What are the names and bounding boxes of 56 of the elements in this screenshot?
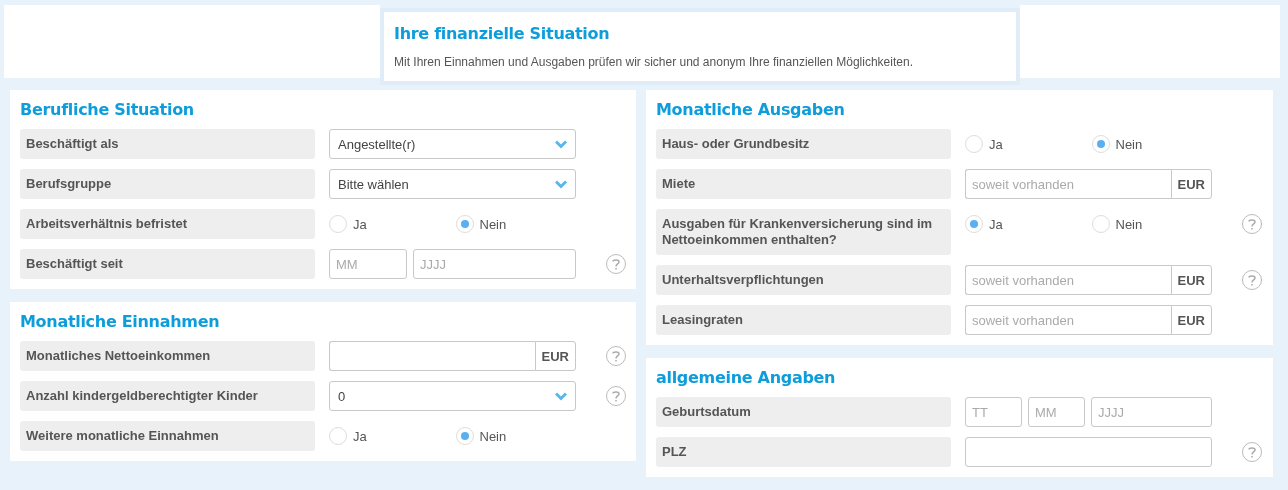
field-label: Weitere monatliche Einnahmen: [20, 421, 315, 451]
amount-field[interactable]: soweit vorhanden: [965, 265, 1171, 295]
intro-text: Mit Ihren Einnahmen und Ausgaben prüfen wir sicher und anonym Ihre finanziellen Möglichkeiten.: [394, 55, 914, 69]
radio-button[interactable]: [329, 215, 347, 233]
dropdown[interactable]: Bitte wählen: [329, 169, 576, 199]
currency-label: EUR: [1170, 265, 1212, 295]
radio-option[interactable]: Ja: [965, 135, 1086, 153]
field-label: PLZ: [656, 437, 951, 467]
field-label: Miete: [656, 169, 951, 199]
field-label: Arbeitsverhältnis befristet: [20, 209, 315, 239]
radio-option[interactable]: Nein: [1091, 215, 1212, 233]
chevron-down-icon: [555, 179, 567, 189]
field-label: Monatliches Nettoeinkommen: [20, 341, 315, 371]
field-label: Haus- oder Grundbesitz: [656, 129, 951, 159]
field-label: Berufsgruppe: [20, 169, 315, 199]
currency-label: EUR: [1170, 305, 1212, 335]
field-label: Beschäftigt als: [20, 129, 315, 159]
date-field[interactable]: JJJJ: [413, 249, 576, 279]
section-title: Berufliche Situation: [20, 100, 194, 119]
date-field[interactable]: MM: [1028, 397, 1085, 427]
section-title: Monatliche Ausgaben: [656, 100, 845, 119]
field-label: Unterhaltsverpflichtungen: [656, 265, 951, 295]
radio-option[interactable]: Nein: [455, 215, 576, 233]
radio-option[interactable]: Nein: [455, 427, 576, 445]
currency-label: EUR: [534, 341, 576, 371]
amount-field[interactable]: [329, 341, 535, 371]
date-field[interactable]: JJJJ: [1091, 397, 1212, 427]
dropdown[interactable]: Angestellte(r): [329, 129, 576, 159]
radio-option[interactable]: Ja: [329, 427, 450, 445]
radio-option[interactable]: Ja: [329, 215, 450, 233]
field-label: Geburtsdatum: [656, 397, 951, 427]
field-label: Leasingraten: [656, 305, 951, 335]
field-label: Anzahl kindergeldberechtigter Kinder: [20, 381, 315, 411]
radio-button[interactable]: [965, 135, 983, 153]
date-field[interactable]: MM: [329, 249, 407, 279]
radio-button[interactable]: [1091, 135, 1110, 153]
radio-button[interactable]: [329, 427, 347, 445]
field-label: Beschäftigt seit: [20, 249, 315, 279]
chevron-down-icon: [555, 391, 567, 401]
amount-field[interactable]: soweit vorhanden: [965, 169, 1171, 199]
currency-label: EUR: [1170, 169, 1212, 199]
radio-button[interactable]: [1091, 215, 1110, 233]
radio-option[interactable]: Nein: [1091, 135, 1212, 153]
section-title: Monatliche Einnahmen: [20, 312, 220, 331]
field-label: Ausgaben für Krankenversicherung sind im Nettoeinkommen enthalten?: [656, 209, 951, 255]
radio-button[interactable]: [455, 427, 474, 445]
intro-title: Ihre finanzielle Situation: [394, 24, 610, 43]
radio-button[interactable]: [455, 215, 474, 233]
radio-button[interactable]: [965, 215, 983, 233]
section-title: allgemeine Angaben: [656, 368, 836, 387]
date-field[interactable]: TT: [965, 397, 1022, 427]
amount-field[interactable]: soweit vorhanden: [965, 305, 1171, 335]
radio-option[interactable]: Ja: [965, 215, 1086, 233]
input-field[interactable]: [965, 437, 1212, 467]
chevron-down-icon: [555, 139, 567, 149]
dropdown[interactable]: 0: [329, 381, 576, 411]
